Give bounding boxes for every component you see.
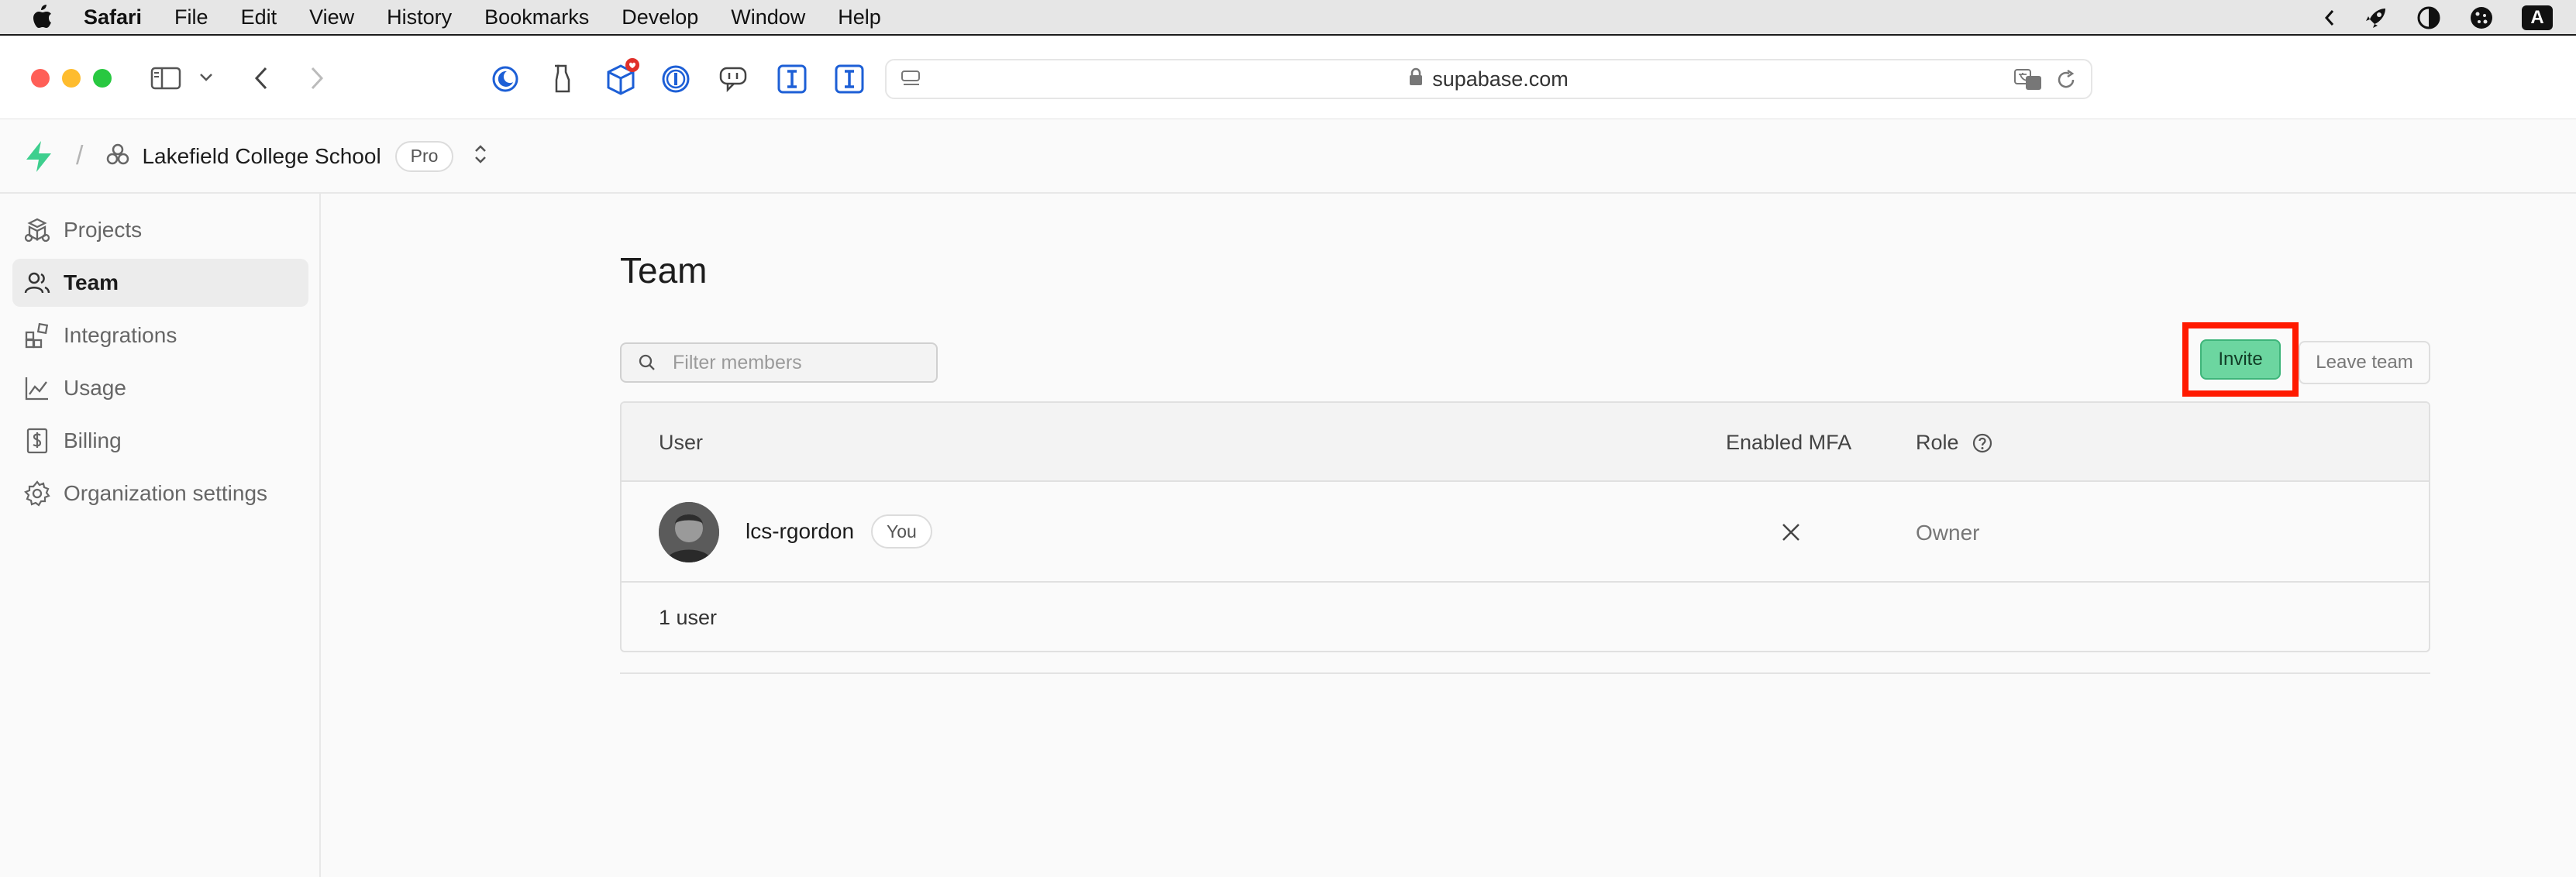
- you-badge: You: [871, 514, 932, 549]
- chevron-up-down-icon[interactable]: [474, 143, 487, 169]
- chevron-down-icon[interactable]: [198, 70, 214, 85]
- projects-icon: [22, 215, 53, 246]
- cleaner-extension-icon[interactable]: [549, 62, 575, 95]
- plan-badge: Pro: [394, 140, 454, 172]
- search-icon: [639, 354, 656, 371]
- sidebar-item-label: Usage: [64, 376, 126, 400]
- cookie-icon[interactable]: [2469, 5, 2494, 30]
- menu-items: Safari File Edit View History Bookmarks …: [84, 5, 914, 29]
- org-name[interactable]: Lakefield College School: [142, 144, 381, 169]
- table-header: User Enabled MFA Role: [622, 403, 2429, 482]
- back-icon[interactable]: [250, 64, 273, 93]
- column-header-user: User: [659, 431, 704, 454]
- minimize-window-button[interactable]: [62, 69, 81, 88]
- sidebar-item-organization-settings[interactable]: Organization settings: [12, 469, 308, 518]
- menu-develop[interactable]: Develop: [622, 5, 698, 29]
- sidebar-item-team[interactable]: Team: [12, 259, 308, 307]
- night-mode-extension-icon[interactable]: [490, 64, 521, 95]
- sidebar-item-label: Projects: [64, 218, 143, 242]
- reload-icon[interactable]: [2055, 69, 2077, 96]
- invite-highlight-box: Invite: [2182, 322, 2299, 397]
- url-text[interactable]: supabase.com: [1432, 67, 1569, 91]
- instapaper-save-icon[interactable]: [834, 64, 865, 95]
- sidebar: Projects Team Integrations Usage Billing…: [0, 194, 321, 877]
- menu-file[interactable]: File: [174, 5, 208, 29]
- sidebar-item-billing[interactable]: Billing: [12, 417, 308, 465]
- macos-menu-bar: Safari File Edit View History Bookmarks …: [0, 0, 2576, 36]
- menu-extras: A: [2295, 0, 2553, 36]
- instapaper-extension-icon[interactable]: [777, 64, 808, 95]
- menu-window[interactable]: Window: [731, 5, 805, 29]
- help-icon[interactable]: [1972, 432, 1993, 454]
- sidebar-item-integrations[interactable]: Integrations: [12, 311, 308, 359]
- leave-team-button[interactable]: Leave team: [2299, 341, 2430, 384]
- sidebar-item-label: Integrations: [64, 323, 177, 347]
- filter-members-input[interactable]: [673, 351, 921, 374]
- close-window-button[interactable]: [31, 69, 50, 88]
- sidebar-item-projects[interactable]: Projects: [12, 206, 308, 254]
- mfa-disabled-x-icon: [1779, 521, 1803, 548]
- org-header: / Lakefield College School Pro: [0, 120, 2576, 194]
- supabase-logo-icon[interactable]: [23, 139, 54, 174]
- table-row: lcs-rgordon You Owner: [622, 482, 2429, 583]
- member-username: lcs-rgordon: [746, 519, 855, 543]
- integrations-icon: [22, 320, 53, 351]
- chat-bubbles-extension-icon[interactable]: [718, 64, 749, 95]
- column-header-enabled-mfa: Enabled MFA: [1726, 431, 1852, 454]
- organization-icon: [106, 143, 129, 170]
- forward-icon[interactable]: [305, 64, 329, 93]
- reader-view-icon[interactable]: [901, 70, 922, 94]
- package-extension-icon[interactable]: [603, 57, 642, 96]
- menu-app-safari[interactable]: Safari: [84, 5, 142, 29]
- menu-view[interactable]: View: [309, 5, 354, 29]
- members-table: User Enabled MFA Role lcs-rgordon You Ow…: [620, 401, 2430, 652]
- breadcrumb-separator: /: [76, 141, 84, 170]
- menu-history[interactable]: History: [387, 5, 452, 29]
- member-role: Owner: [1916, 521, 1980, 545]
- password-manager-icon[interactable]: [660, 64, 691, 95]
- contrast-icon[interactable]: [2416, 5, 2441, 30]
- sidebar-item-label: Team: [64, 270, 119, 294]
- input-source-badge[interactable]: A: [2522, 5, 2553, 30]
- table-footer-count: 1 user: [659, 606, 718, 629]
- menu-bookmarks[interactable]: Bookmarks: [484, 5, 589, 29]
- role-header-label: Role: [1916, 431, 1959, 454]
- billing-icon: [22, 425, 53, 456]
- column-header-role: Role: [1916, 431, 1993, 455]
- sidebar-item-usage[interactable]: Usage: [12, 364, 308, 412]
- lock-icon: [1409, 67, 1423, 91]
- sidebar-item-label: Billing: [64, 428, 122, 452]
- browser-toolbar: supabase.com: [0, 37, 2576, 119]
- divider: [620, 672, 2430, 674]
- gear-icon: [22, 478, 53, 509]
- rocket-icon[interactable]: [2364, 5, 2388, 30]
- sidebar-toggle-icon[interactable]: [149, 64, 183, 93]
- filter-members-field[interactable]: [620, 342, 938, 383]
- chevron-left-icon[interactable]: [2323, 9, 2336, 27]
- avatar: [659, 502, 719, 562]
- apple-logo-icon[interactable]: [31, 4, 54, 30]
- invite-button[interactable]: Invite: [2200, 339, 2281, 380]
- usage-icon: [22, 373, 53, 404]
- translate-icon[interactable]: [2013, 68, 2044, 97]
- menu-edit[interactable]: Edit: [241, 5, 277, 29]
- sidebar-item-label: Organization settings: [64, 481, 268, 505]
- team-icon: [22, 267, 53, 298]
- page-title: Team: [620, 250, 708, 291]
- menu-help[interactable]: Help: [838, 5, 881, 29]
- address-bar[interactable]: supabase.com: [885, 59, 2092, 99]
- zoom-window-button[interactable]: [93, 69, 112, 88]
